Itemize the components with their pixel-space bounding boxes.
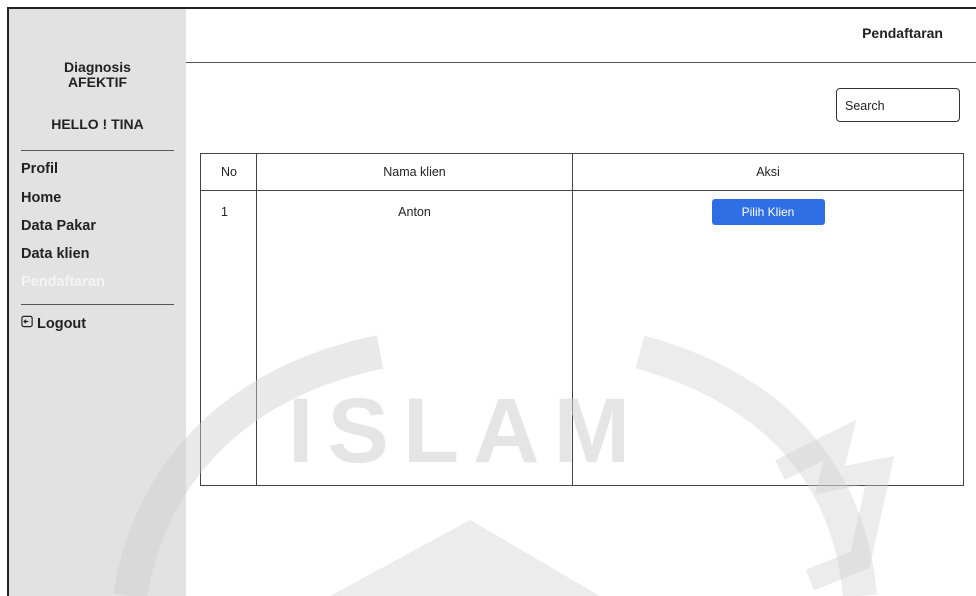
table-empty-area [200,233,964,486]
logout-button[interactable]: Logout [21,315,86,332]
pilih-klien-button[interactable]: Pilih Klien [711,199,825,225]
cell-no: 1 [200,190,257,233]
brand-line-1: Diagnosis [64,59,131,75]
table-header-row: No Nama klien Aksi [200,153,964,191]
column-header-nama-klien: Nama klien [256,153,573,191]
column-header-aksi: Aksi [572,153,964,191]
sidebar-item-data-pakar[interactable]: Data Pakar [21,218,96,234]
cell-nama-klien: Anton [256,190,573,233]
sidebar-divider-top [21,150,174,151]
table-row: 1 Anton Pilih Klien [200,190,964,233]
cell-aksi: Pilih Klien [572,190,964,233]
logout-label: Logout [37,315,87,332]
sidebar-item-data-klien[interactable]: Data klien [21,246,90,262]
logout-icon [21,315,34,332]
brand-line-2: AFEKTIF [67,74,128,90]
greeting: HELLO ! TINA [51,116,144,132]
sidebar: Diagnosis AFEKTIF HELLO ! TINA Profil Ho… [9,9,186,596]
column-header-no: No [200,153,257,191]
sidebar-item-home[interactable]: Home [21,190,61,206]
client-table: No Nama klien Aksi 1 Anton Pilih Klien [200,153,964,486]
header-divider [186,62,976,63]
page-title: Pendaftaran [862,25,943,41]
sidebar-item-profil[interactable]: Profil [21,161,58,177]
sidebar-item-pendaftaran[interactable]: Pendaftaran [21,274,105,290]
sidebar-divider-bottom [21,304,174,305]
search-input[interactable]: Search [836,88,960,122]
